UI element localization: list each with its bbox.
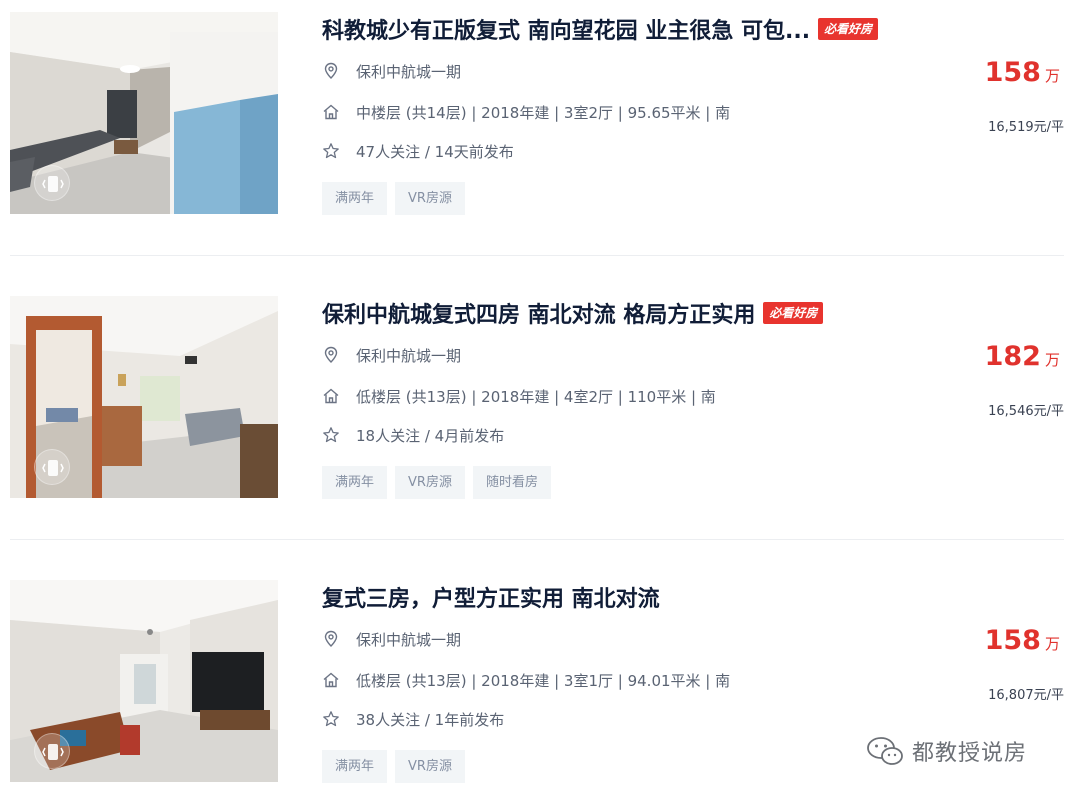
details-line: 低楼层 (共13层) | 2018年建 | 4室2厅 | 110平米 | 南 bbox=[322, 385, 716, 407]
listing-title[interactable]: 保利中航城复式四房 南北对流 格局方正实用 bbox=[322, 297, 755, 329]
star-icon bbox=[322, 426, 340, 444]
details-line: 低楼层 (共13层) | 2018年建 | 3室1厅 | 94.01平米 | 南 bbox=[322, 669, 730, 691]
vr-icon bbox=[34, 733, 70, 769]
watermark-text: 都教授说房 bbox=[912, 741, 1028, 766]
follow-info: 38人关注 / 1年前发布 bbox=[356, 710, 505, 729]
listing-title[interactable]: 复式三房，户型方正实用 南北对流 bbox=[322, 581, 660, 613]
house-details: 中楼层 (共14层) | 2018年建 | 3室2厅 | 95.65平米 | 南 bbox=[356, 103, 731, 122]
price-value: 182 bbox=[984, 341, 1041, 372]
house-icon bbox=[322, 387, 340, 405]
tag-list: 满两年 VR房源 bbox=[322, 182, 473, 215]
follow-line: 18人关注 / 4月前发布 bbox=[322, 424, 504, 446]
unit-price: 16,807元/平 bbox=[988, 688, 1064, 703]
community-name[interactable]: 保利中航城一期 bbox=[356, 345, 461, 366]
listing-photo[interactable] bbox=[10, 296, 278, 498]
tag: VR房源 bbox=[395, 750, 465, 783]
total-price: 158 万 bbox=[985, 57, 1060, 88]
location-pin-icon bbox=[322, 62, 340, 80]
must-see-badge: 必看好房 bbox=[818, 18, 879, 40]
vr-icon bbox=[34, 165, 70, 201]
listing-title-row: 保利中航城复式四房 南北对流 格局方正实用 必看好房 bbox=[322, 296, 824, 330]
tag: 满两年 bbox=[322, 466, 388, 499]
details-line: 中楼层 (共14层) | 2018年建 | 3室2厅 | 95.65平米 | 南 bbox=[322, 101, 730, 123]
follow-info: 18人关注 / 4月前发布 bbox=[356, 426, 505, 445]
follow-line: 38人关注 / 1年前发布 bbox=[322, 708, 504, 730]
star-icon bbox=[322, 710, 340, 728]
listing-card[interactable]: 科教城少有正版复式 南向望花园 业主很急 可包... 必看好房 保利中航城一期 … bbox=[0, 12, 1080, 252]
location-pin-icon bbox=[322, 630, 340, 648]
community-name[interactable]: 保利中航城一期 bbox=[356, 61, 461, 82]
follow-info: 47人关注 / 14天前发布 bbox=[356, 142, 514, 161]
house-icon bbox=[322, 103, 340, 121]
community-line: 保利中航城一期 bbox=[322, 628, 461, 650]
listing-card[interactable]: 保利中航城复式四房 南北对流 格局方正实用 必看好房 保利中航城一期 低楼层 (… bbox=[0, 296, 1080, 536]
price-unit: 万 bbox=[1044, 635, 1060, 653]
listing-title-row: 科教城少有正版复式 南向望花园 业主很急 可包... 必看好房 bbox=[322, 12, 879, 46]
tag-list: 满两年 VR房源 bbox=[322, 750, 473, 783]
listing-photo[interactable] bbox=[10, 12, 278, 214]
must-see-badge: 必看好房 bbox=[763, 302, 824, 324]
community-name[interactable]: 保利中航城一期 bbox=[356, 629, 461, 650]
follow-line: 47人关注 / 14天前发布 bbox=[322, 140, 514, 162]
star-icon bbox=[322, 142, 340, 160]
price-value: 158 bbox=[984, 625, 1041, 656]
house-details: 低楼层 (共13层) | 2018年建 | 4室2厅 | 110平米 | 南 bbox=[356, 387, 716, 406]
total-price: 182 万 bbox=[985, 341, 1060, 372]
listing-photo[interactable] bbox=[10, 580, 278, 782]
tag: 随时看房 bbox=[472, 466, 551, 499]
listing-title[interactable]: 科教城少有正版复式 南向望花园 业主很急 可包... bbox=[322, 13, 810, 45]
total-price: 158 万 bbox=[985, 625, 1060, 656]
watermark: 都教授说房 bbox=[866, 733, 1027, 769]
wechat-icon bbox=[867, 737, 903, 765]
vr-icon bbox=[34, 449, 70, 485]
house-details: 低楼层 (共13层) | 2018年建 | 3室1厅 | 94.01平米 | 南 bbox=[356, 671, 731, 690]
tag: VR房源 bbox=[395, 182, 465, 215]
unit-price: 16,519元/平 bbox=[988, 120, 1064, 135]
listing-title-row: 复式三房，户型方正实用 南北对流 bbox=[322, 580, 660, 614]
tag: 满两年 bbox=[322, 750, 388, 783]
house-icon bbox=[322, 671, 340, 689]
community-line: 保利中航城一期 bbox=[322, 344, 461, 366]
price-value: 158 bbox=[984, 57, 1041, 88]
location-pin-icon bbox=[322, 346, 340, 364]
divider bbox=[10, 255, 1064, 256]
price-unit: 万 bbox=[1044, 67, 1060, 85]
divider bbox=[10, 539, 1064, 540]
tag: VR房源 bbox=[395, 466, 465, 499]
community-line: 保利中航城一期 bbox=[322, 60, 461, 82]
tag: 满两年 bbox=[322, 182, 388, 215]
price-unit: 万 bbox=[1044, 351, 1060, 369]
unit-price: 16,546元/平 bbox=[988, 404, 1064, 419]
tag-list: 满两年 VR房源 随时看房 bbox=[322, 466, 559, 499]
